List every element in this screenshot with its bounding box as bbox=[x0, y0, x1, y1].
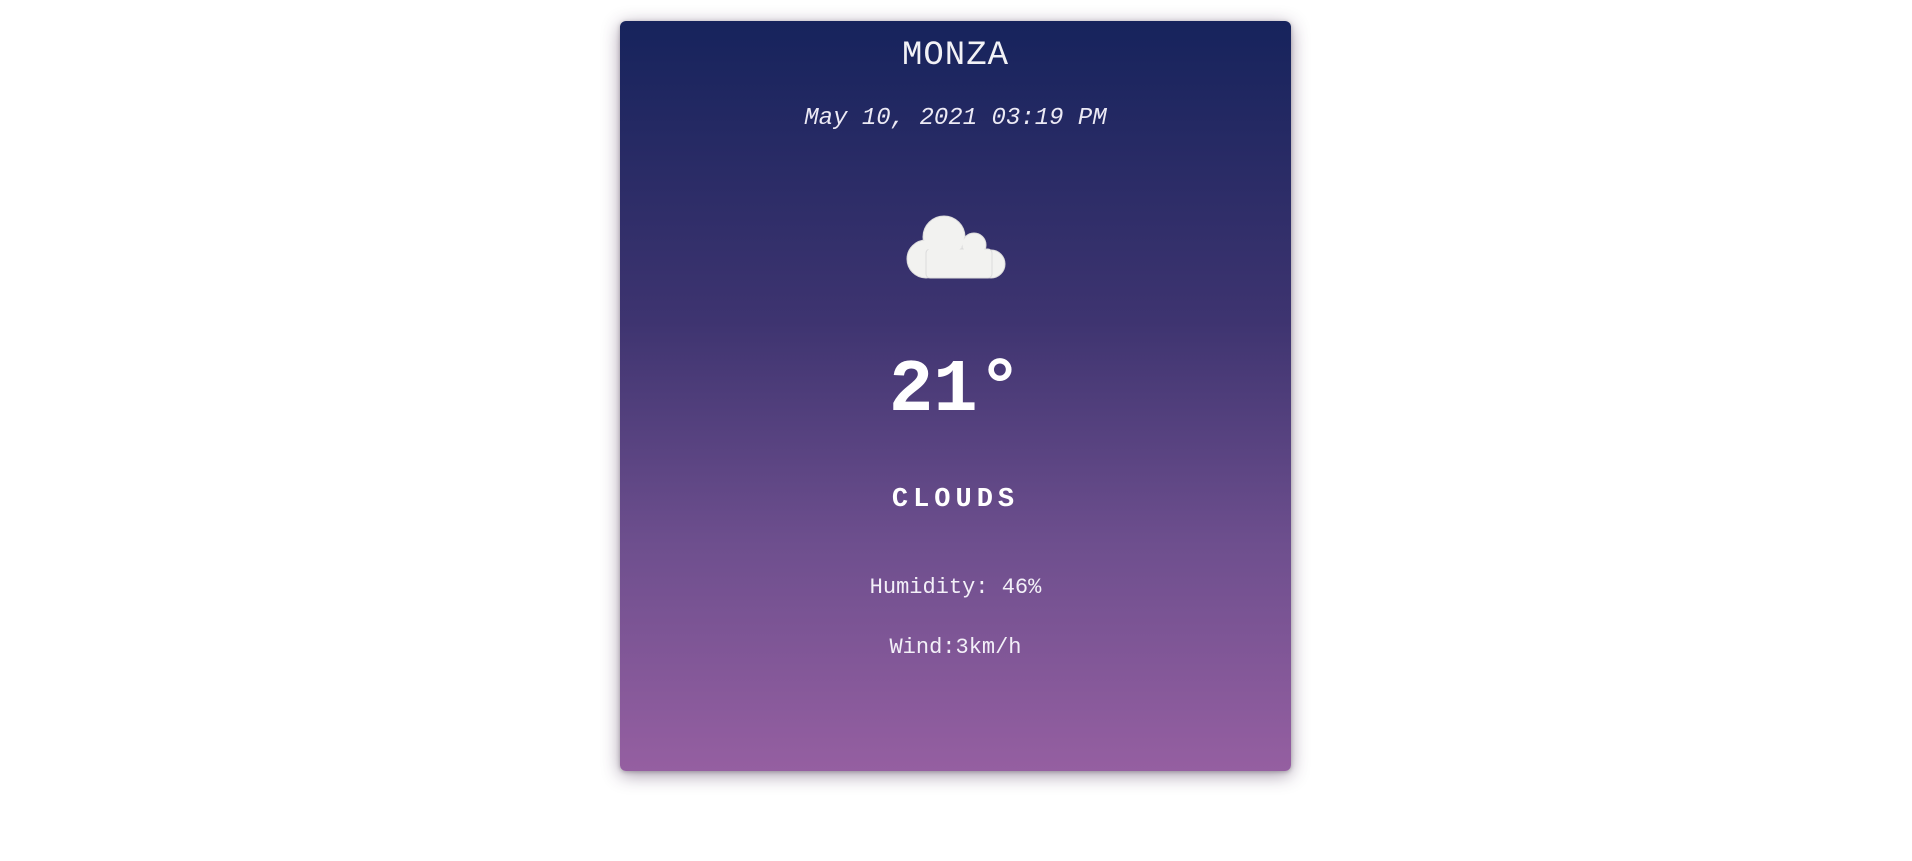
date-time: May 10, 2021 03:19 PM bbox=[804, 105, 1107, 132]
cloud-icon bbox=[902, 209, 1010, 285]
weather-condition: CLOUDS bbox=[891, 485, 1020, 515]
temperature: 21° bbox=[888, 349, 1023, 433]
wind-reading: Wind:3km/h bbox=[889, 635, 1022, 660]
weather-card: MONZA May 10, 2021 03:19 PM 21° CLOUDS H… bbox=[620, 21, 1291, 771]
humidity-reading: Humidity: 46% bbox=[869, 575, 1042, 600]
city-name: MONZA bbox=[901, 37, 1010, 75]
